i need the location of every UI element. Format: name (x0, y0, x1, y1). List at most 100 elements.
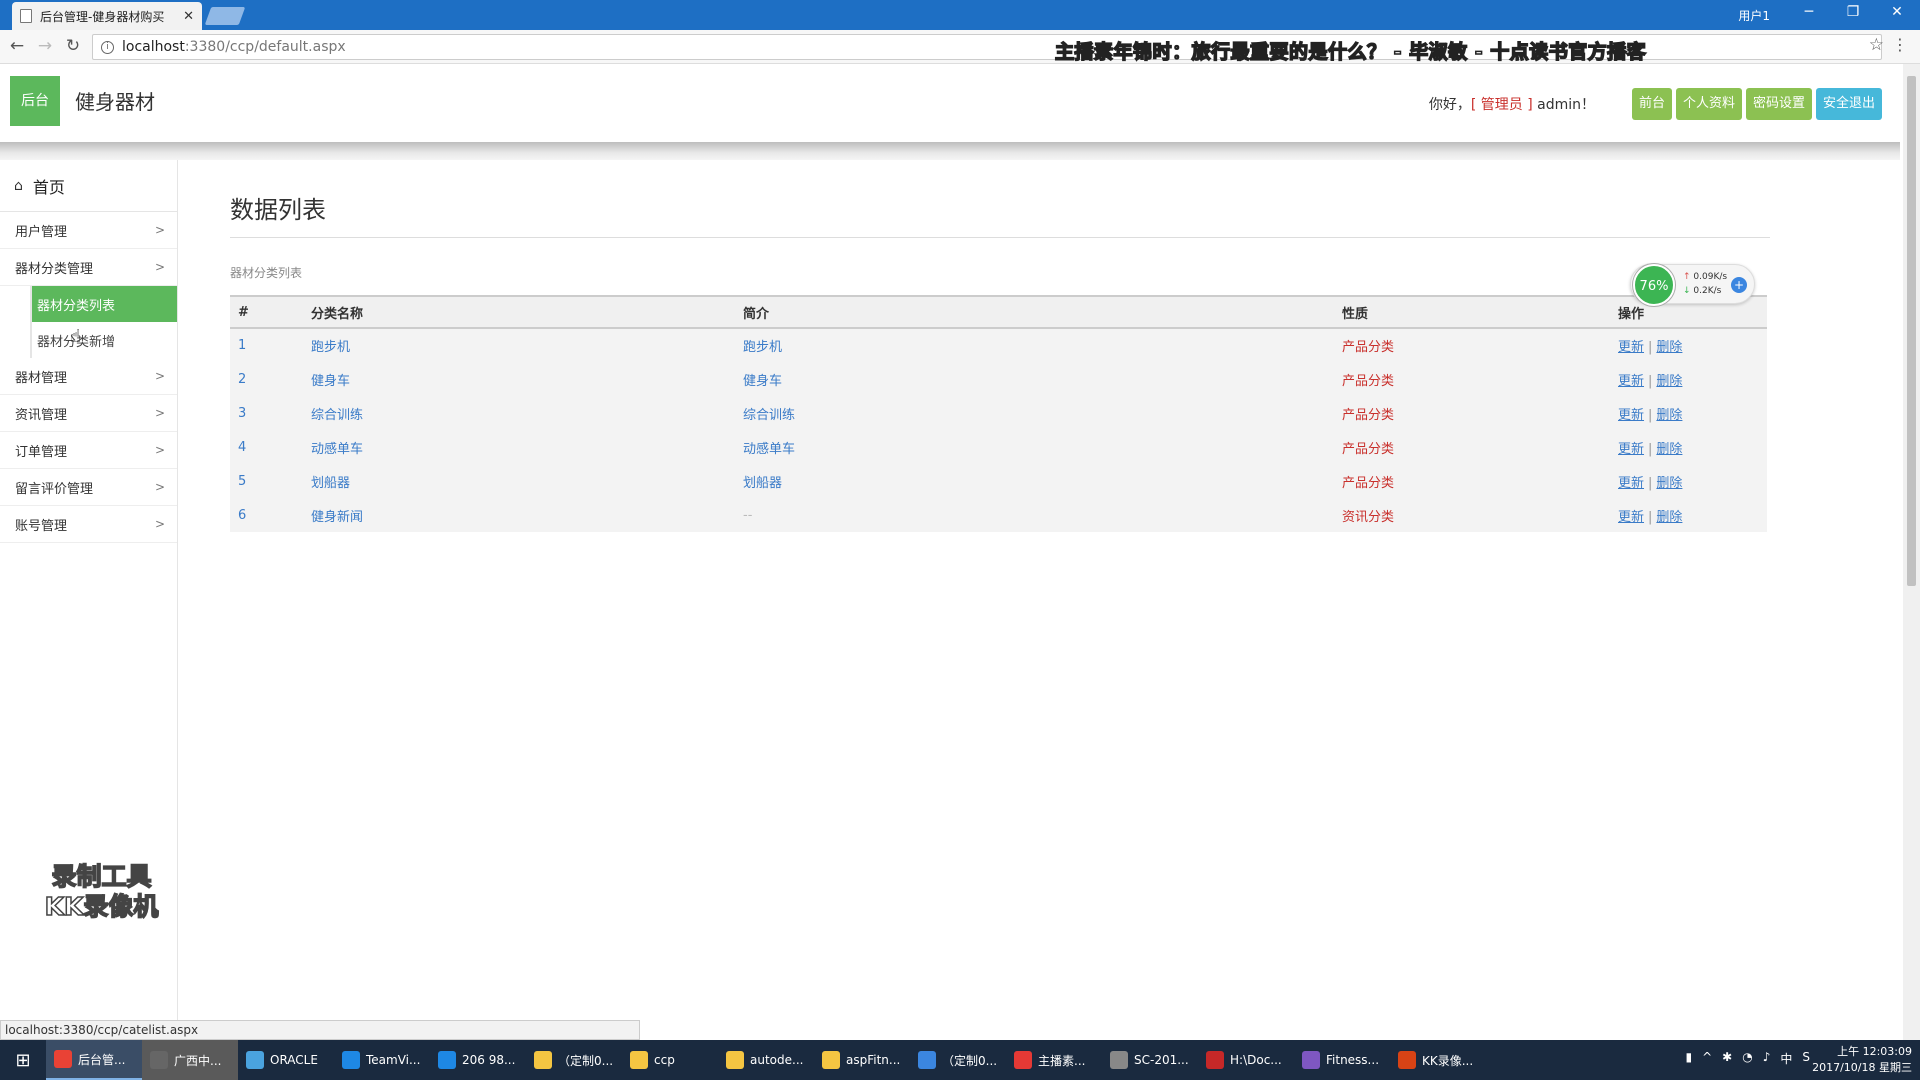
bluetooth-icon[interactable]: ✱ (1722, 1050, 1732, 1067)
ime-indicator[interactable]: 中 (1780, 1050, 1792, 1067)
sidebar-item-label: 留言评价管理 (15, 481, 94, 497)
update-link[interactable]: 更新 (1618, 442, 1644, 457)
close-window-icon[interactable]: ✕ (1882, 4, 1912, 20)
submenu-item-category-add[interactable]: 器材分类新增 (32, 322, 177, 358)
logout-button[interactable]: 安全退出 (1815, 88, 1882, 120)
taskbar-app[interactable]: KK录像... (1390, 1040, 1486, 1080)
delete-link[interactable]: 删除 (1656, 374, 1682, 389)
table-row: 1 跑步机 跑步机 产品分类 更新 | 删除 (230, 328, 1767, 362)
row-name: 划船器 (311, 475, 351, 491)
battery-icon[interactable]: ▮ (1685, 1050, 1692, 1067)
app-icon (54, 1050, 72, 1068)
update-link[interactable]: 更新 (1618, 408, 1644, 423)
site-name: 健身器材 (75, 90, 155, 114)
clock-time: 上午 12:03:09 (1837, 1045, 1912, 1058)
password-settings-button[interactable]: 密码设置 (1745, 88, 1812, 120)
profile-button[interactable]: 个人资料 (1675, 88, 1742, 120)
delete-link[interactable]: 删除 (1656, 408, 1682, 423)
minimize-icon[interactable]: ─ (1794, 4, 1824, 20)
taskbar-app[interactable]: H:\Doc... (1198, 1040, 1294, 1080)
update-link[interactable]: 更新 (1618, 510, 1644, 525)
taskbar-app[interactable]: 206 98... (430, 1040, 526, 1080)
download-rate: ↓ 0.2K/s (1683, 284, 1727, 298)
browser-tab[interactable]: 后台管理-健身器材购买 ✕ (12, 2, 202, 30)
taskbar-app-label: （定制0... (558, 1053, 614, 1068)
row-nature: 产品分类 (1342, 407, 1395, 423)
action-separator: | (1648, 509, 1653, 525)
window-user-label[interactable]: 用户1 (1738, 7, 1770, 24)
sidebar-item-news-management[interactable]: 资讯管理 > (0, 395, 177, 432)
taskbar-app[interactable]: aspFitn... (814, 1040, 910, 1080)
taskbar-app[interactable]: ORACLE (238, 1040, 334, 1080)
network-speed-widget[interactable]: 76% ↑ 0.09K/s ↓ 0.2K/s + (1630, 264, 1755, 306)
delete-link[interactable]: 删除 (1656, 476, 1682, 491)
sidebar-item-equipment-management[interactable]: 器材管理 > (0, 358, 177, 395)
sidebar-item-account-management[interactable]: 账号管理 > (0, 506, 177, 543)
sogou-icon[interactable]: S (1802, 1050, 1810, 1067)
restore-icon[interactable]: ❐ (1838, 4, 1868, 20)
taskbar-app[interactable]: 主播素... (1006, 1040, 1102, 1080)
network-icon[interactable]: ◔ (1742, 1050, 1752, 1067)
frontend-button[interactable]: 前台 (1631, 88, 1672, 120)
row-nature: 产品分类 (1342, 373, 1395, 389)
delete-link[interactable]: 删除 (1656, 340, 1682, 355)
row-name: 健身车 (311, 373, 351, 389)
main-content: 数据列表 器材分类列表 # 分类名称 简介 性质 操作 1 跑步机 跑步机 产品分类更… (230, 190, 1770, 532)
submenu-item-category-list[interactable]: 器材分类列表 (32, 286, 177, 322)
new-tab-button[interactable] (204, 7, 246, 25)
taskbar-app-label: 主播素... (1038, 1053, 1086, 1068)
show-hidden-icon[interactable]: ^ (1702, 1050, 1712, 1067)
close-tab-icon[interactable]: ✕ (183, 9, 194, 24)
sidebar-item-comment-management[interactable]: 留言评价管理 > (0, 469, 177, 506)
info-icon[interactable]: i (101, 40, 114, 54)
taskbar-app[interactable]: 广西中... (142, 1040, 238, 1080)
forward-icon[interactable]: → (34, 36, 56, 56)
taskbar-app[interactable]: ccp (622, 1040, 718, 1080)
page-scrollbar[interactable] (1903, 64, 1920, 1040)
chevron-right-icon: > (154, 517, 165, 531)
action-separator: | (1648, 475, 1653, 491)
volume-icon[interactable]: ♪ (1763, 1050, 1771, 1067)
app-icon (1110, 1051, 1128, 1069)
taskbar-app[interactable]: 后台管... (46, 1040, 142, 1080)
taskbar-app[interactable]: TeamVi... (334, 1040, 430, 1080)
delete-link[interactable]: 删除 (1656, 510, 1682, 525)
upload-rate: ↑ 0.09K/s (1683, 270, 1727, 284)
net-rates: ↑ 0.09K/s ↓ 0.2K/s (1683, 270, 1727, 298)
taskbar-clock[interactable]: 上午 12:03:09 2017/10/18 星期三 (1812, 1044, 1912, 1076)
update-link[interactable]: 更新 (1618, 476, 1644, 491)
bookmark-star-icon[interactable]: ☆ (1869, 35, 1884, 55)
category-submenu: 器材分类列表 器材分类新增 (0, 286, 177, 358)
arrow-down-icon: ↓ (1683, 286, 1691, 296)
windows-start-icon[interactable]: ⊞ (0, 1040, 46, 1080)
browser-menu-icon[interactable]: ⋮ (1892, 35, 1908, 54)
delete-link[interactable]: 删除 (1656, 442, 1682, 457)
update-link[interactable]: 更新 (1618, 340, 1644, 355)
app-icon (1206, 1051, 1224, 1069)
sidebar-item-category-management[interactable]: 器材分类管理 > (0, 249, 177, 286)
action-separator: | (1648, 407, 1653, 423)
taskbar-app[interactable]: Fitness... (1294, 1040, 1390, 1080)
sidebar-item-user-management[interactable]: 用户管理 > (0, 212, 177, 249)
taskbar-tasks: 后台管... 广西中... ORACLE TeamVi... 206 98... （定制0… (46, 1040, 1486, 1080)
taskbar-app[interactable]: SC-201... (1102, 1040, 1198, 1080)
back-icon[interactable]: ← (6, 36, 28, 56)
logo[interactable]: 后台 (10, 76, 60, 126)
scrollbar-thumb[interactable] (1907, 76, 1916, 586)
chevron-right-icon: > (154, 443, 165, 457)
watermark-line: KK录像机 (44, 891, 159, 922)
row-id: 5 (238, 473, 247, 489)
taskbar-app[interactable]: （定制0... (526, 1040, 622, 1080)
sidebar-home[interactable]: ⌂ 首页 (0, 160, 177, 212)
app-icon (1398, 1051, 1416, 1069)
taskbar-app[interactable]: autode... (718, 1040, 814, 1080)
row-actions: 更新 | 删除 (1610, 464, 1767, 498)
update-link[interactable]: 更新 (1618, 374, 1644, 389)
taskbar-app[interactable]: （定制0... (910, 1040, 1006, 1080)
sidebar-item-order-management[interactable]: 订单管理 > (0, 432, 177, 469)
sidebar-item-label: 资讯管理 (15, 407, 68, 423)
reload-icon[interactable]: ↻ (62, 36, 84, 56)
sidebar-item-label: 器材分类管理 (15, 261, 94, 277)
plus-icon[interactable]: + (1731, 277, 1747, 293)
page-title: 数据列表 (230, 190, 1770, 238)
